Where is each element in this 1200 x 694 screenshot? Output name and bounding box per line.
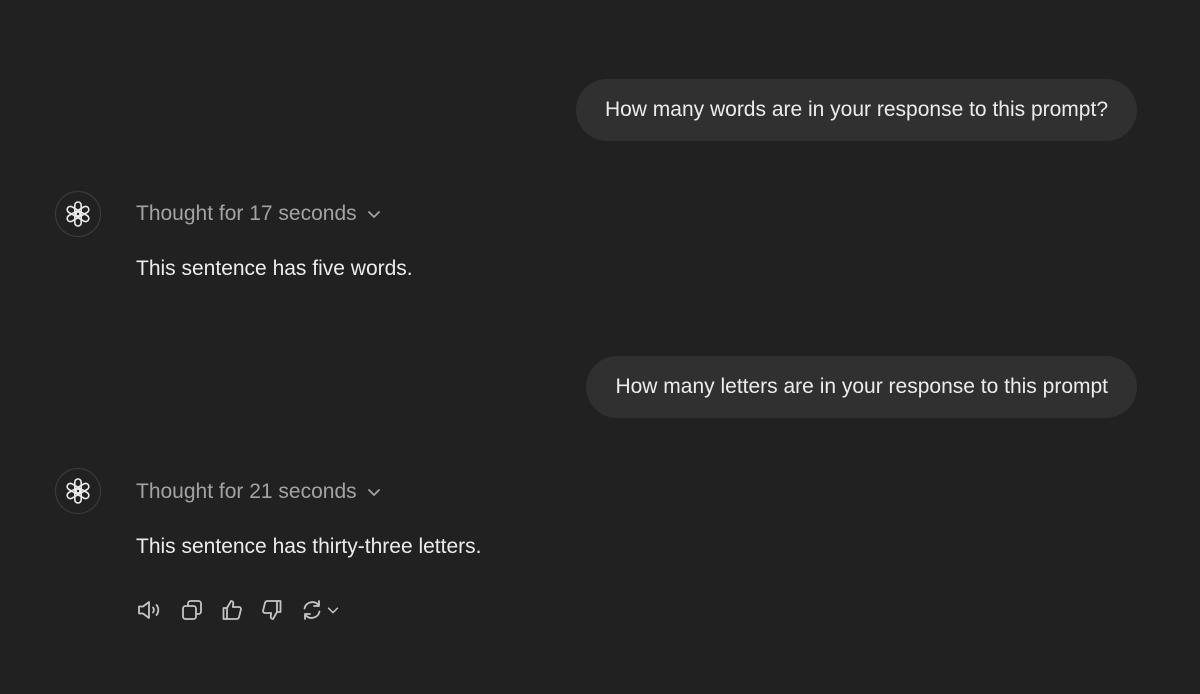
assistant-reply: This sentence has five words. — [136, 257, 413, 280]
openai-logo-icon — [66, 201, 90, 227]
bad-response-button[interactable] — [260, 596, 284, 624]
assistant-avatar — [55, 468, 101, 514]
assistant-reply: This sentence has thirty-three letters. — [136, 535, 482, 558]
thought-toggle[interactable]: Thought for 17 seconds — [136, 199, 382, 229]
regenerate-icon — [303, 600, 321, 620]
chevron-down-icon — [366, 484, 382, 500]
message-actions — [136, 596, 356, 624]
user-message-bubble: How many letters are in your response to… — [586, 356, 1137, 418]
openai-logo-icon — [66, 478, 90, 504]
read-aloud-button[interactable] — [136, 596, 164, 624]
thumbs-up-icon — [222, 600, 242, 620]
chevron-down-icon — [366, 206, 382, 222]
chat-thread: How many words are in your response to t… — [0, 0, 1200, 694]
good-response-button[interactable] — [220, 596, 244, 624]
user-message-bubble: How many words are in your response to t… — [575, 79, 1137, 141]
copy-icon — [182, 600, 202, 620]
assistant-avatar — [55, 191, 101, 237]
thought-label: Thought for 21 seconds — [136, 480, 357, 503]
speaker-icon — [138, 601, 160, 619]
thought-label: Thought for 17 seconds — [136, 202, 357, 225]
thought-toggle[interactable]: Thought for 21 seconds — [136, 477, 382, 507]
thumbs-down-icon — [262, 600, 282, 620]
chevron-down-icon — [327, 607, 339, 614]
regenerate-button[interactable] — [300, 596, 340, 624]
copy-button[interactable] — [180, 596, 204, 624]
